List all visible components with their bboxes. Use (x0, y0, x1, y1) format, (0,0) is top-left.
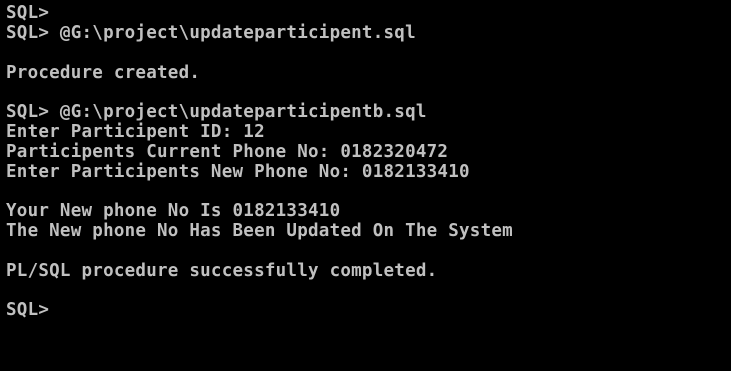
console-line-output: Your New phone No Is 0182133410 (6, 201, 341, 221)
console-line-output: PL/SQL procedure successfully completed. (6, 261, 438, 281)
console-line-command: SQL> @G:\project\updateparticipent.sql (6, 23, 416, 43)
console-line-output: Enter Participents New Phone No: 0182133… (6, 162, 470, 182)
console-line-output: Participents Current Phone No: 018232047… (6, 142, 449, 162)
console-line-command: SQL> @G:\project\updateparticipentb.sql (6, 102, 427, 122)
console-line-output: Enter Participent ID: 12 (6, 122, 265, 142)
console-line-prompt: SQL> (6, 300, 50, 320)
console-line-output: The New phone No Has Been Updated On The… (6, 221, 513, 241)
console-line-output: Procedure created. (6, 63, 201, 83)
console-window[interactable]: SQL> SQL> @G:\project\updateparticipent.… (0, 0, 731, 371)
console-line-prompt: SQL> (6, 3, 50, 23)
